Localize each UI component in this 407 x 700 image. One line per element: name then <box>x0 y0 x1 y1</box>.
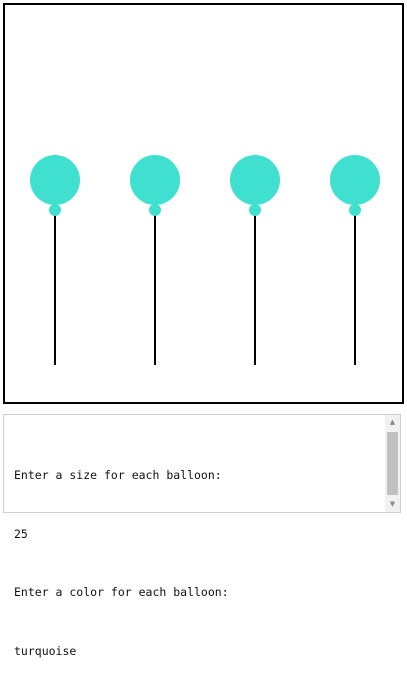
console-scrollbar[interactable]: ▲ ▼ <box>385 415 400 512</box>
balloon-3 <box>230 155 280 205</box>
balloon-knot-3 <box>249 204 261 216</box>
console-text: Enter a size for each balloon: 25 Enter … <box>14 427 382 700</box>
balloon-1 <box>30 155 80 205</box>
console-line-color-prompt: Enter a color for each balloon: <box>14 585 229 599</box>
balloon-canvas-svg <box>30 155 380 365</box>
scroll-up-icon[interactable]: ▲ <box>385 415 400 430</box>
balloon-2 <box>130 155 180 205</box>
scroll-down-icon[interactable]: ▼ <box>385 497 400 512</box>
drawing-canvas <box>3 3 404 404</box>
console-line-size-prompt: Enter a size for each balloon: <box>14 468 222 482</box>
balloon-knot-2 <box>149 204 161 216</box>
scroll-thumb[interactable] <box>387 432 398 495</box>
console-output[interactable]: Enter a size for each balloon: 25 Enter … <box>3 414 401 658</box>
balloon-4 <box>330 155 380 205</box>
balloon-knot-1 <box>49 204 61 216</box>
balloon-knot-4 <box>349 204 361 216</box>
console-line-color-value: turquoise <box>14 643 77 658</box>
console-line-size-value: 25 <box>14 526 28 541</box>
